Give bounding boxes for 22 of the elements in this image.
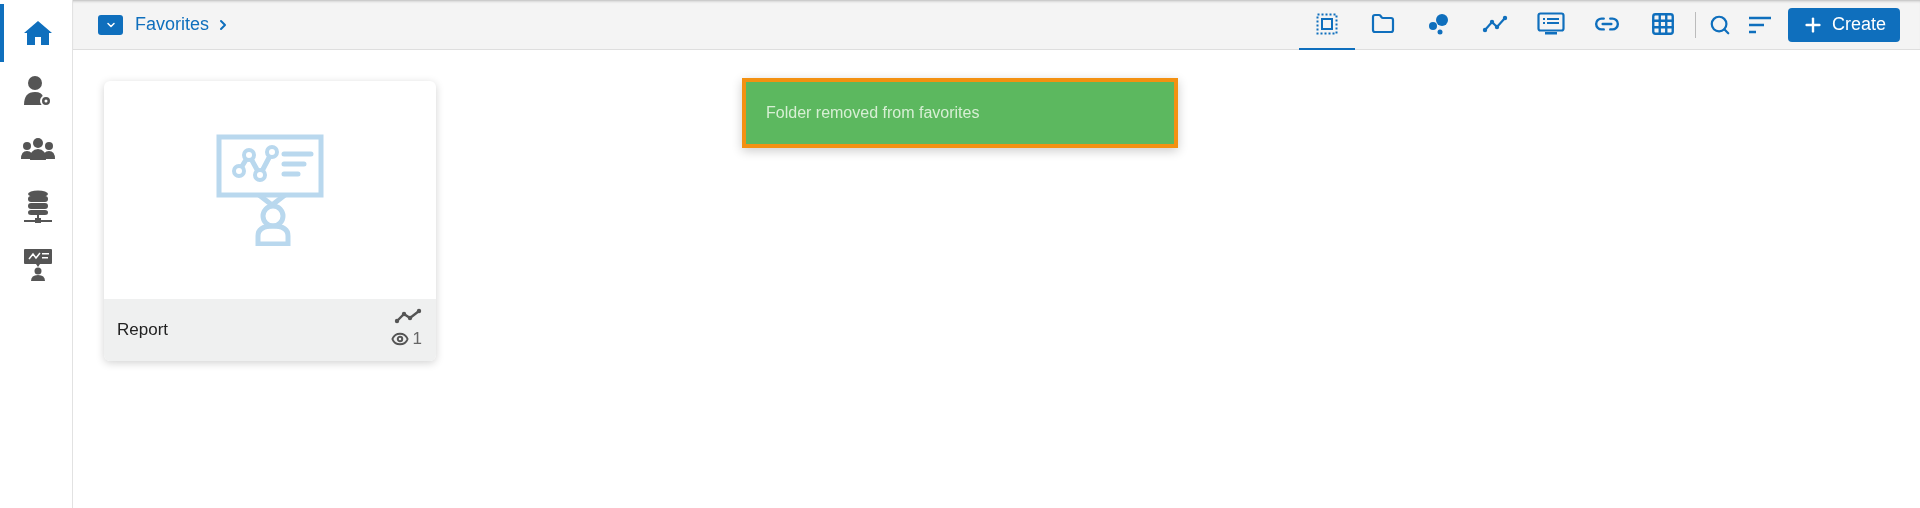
- report-card[interactable]: Report 1: [104, 81, 436, 361]
- create-button[interactable]: Create: [1787, 7, 1900, 42]
- line-chart-icon: [394, 308, 422, 325]
- grid-icon: [1649, 10, 1676, 37]
- home-icon: [23, 19, 53, 47]
- dots-icon: [1427, 12, 1450, 35]
- sort-icon: [1747, 15, 1772, 34]
- selection-icon: [1315, 12, 1338, 35]
- group-icon: [21, 137, 55, 161]
- folder-dropdown[interactable]: [98, 14, 123, 35]
- presenter-icon: [23, 248, 53, 282]
- line-chart-icon: [1481, 14, 1508, 33]
- eye-icon: [390, 330, 409, 348]
- breadcrumb-label[interactable]: Favorites: [135, 11, 210, 38]
- monitor-list-icon: [1536, 11, 1565, 36]
- view-count: 1: [412, 328, 422, 351]
- search-icon: [1708, 13, 1731, 36]
- user-gear-icon: [24, 75, 52, 107]
- folder-icon: [1370, 11, 1395, 36]
- toast-message: Folder removed from favorites: [766, 103, 980, 123]
- database-network-icon: [23, 190, 53, 224]
- card-title: Report: [117, 319, 169, 342]
